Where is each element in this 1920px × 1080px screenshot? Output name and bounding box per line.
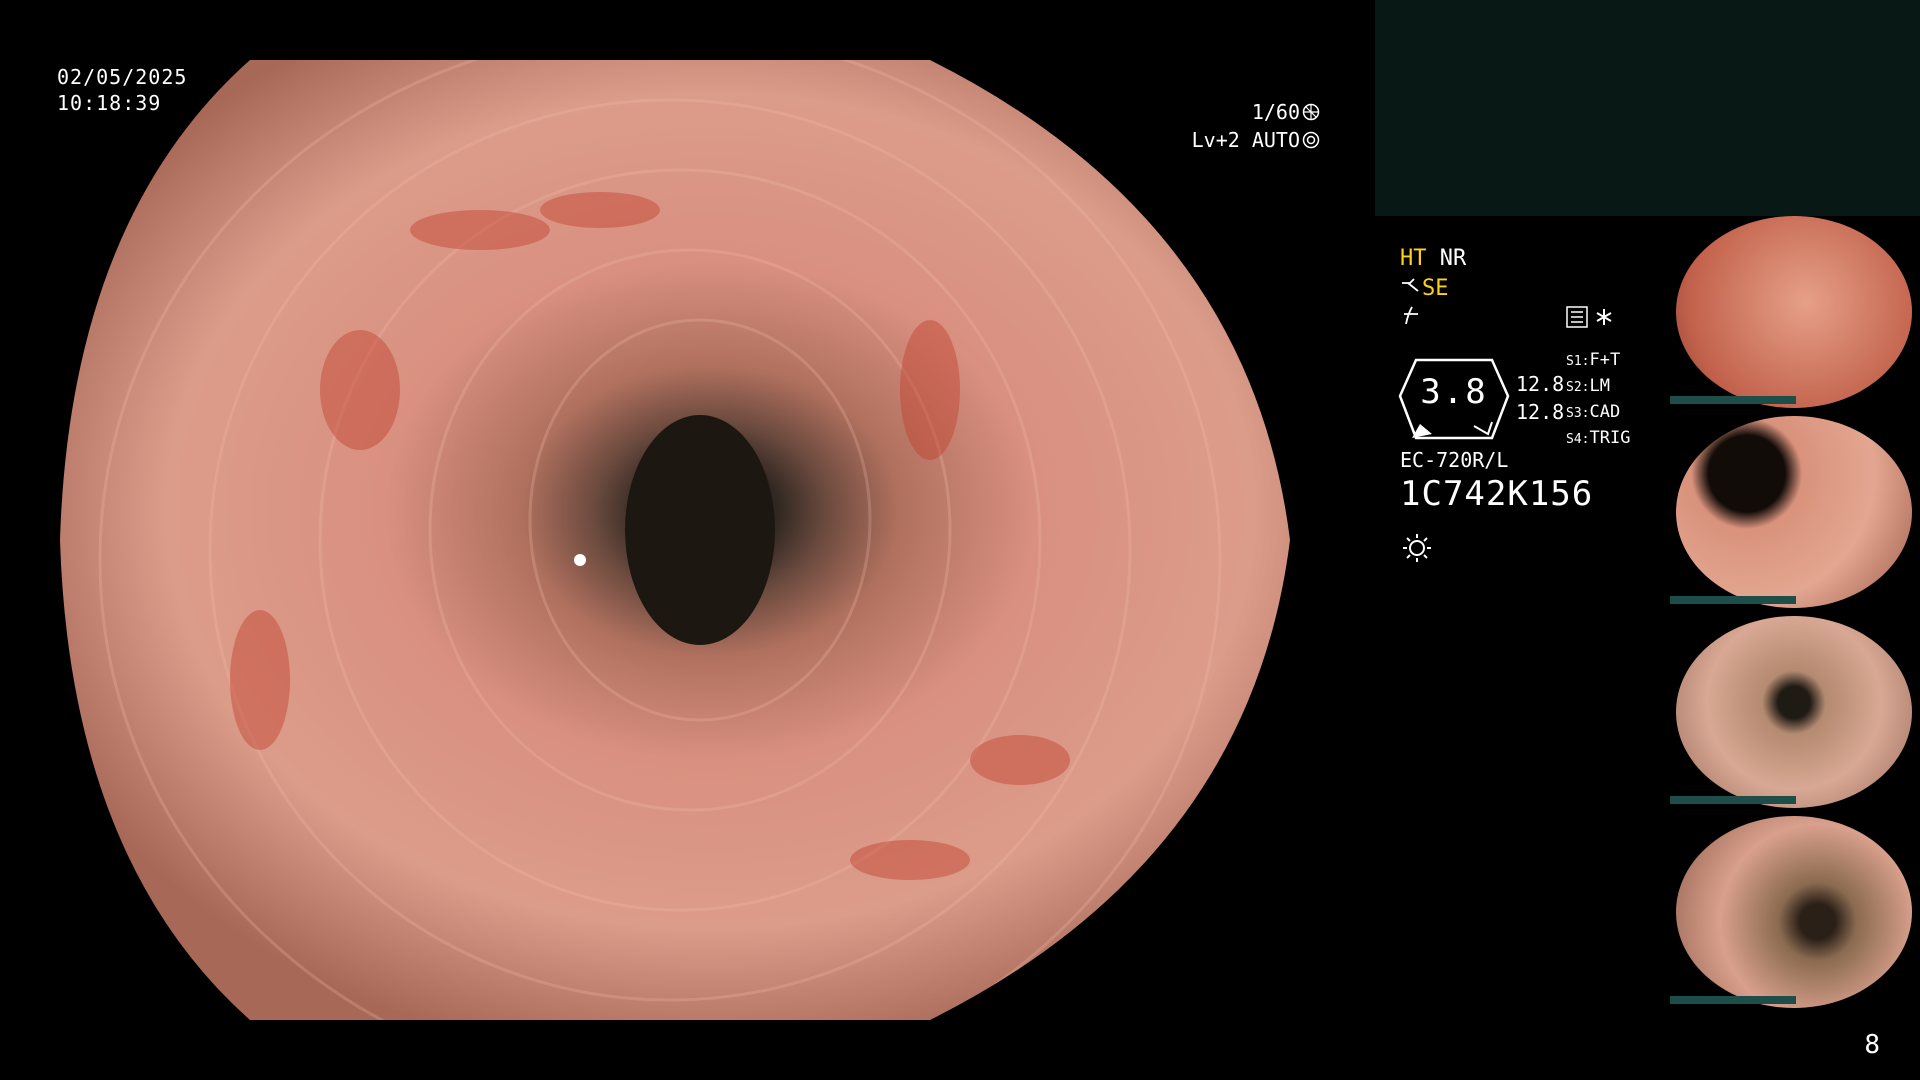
thumbnail-2[interactable] [1670,416,1920,608]
enhance-icon [1402,278,1419,292]
scope-switch-4: S4:TRIG [1566,428,1631,448]
status-block: HT NR SE [1400,244,1466,335]
scope-switch-1: S1:F+T [1566,350,1621,370]
time-label: 10:18:39 [57,91,162,115]
shutter-icon [1302,103,1320,121]
exposure-overlay: 1/60 Lv+2 AUTO [1192,98,1320,154]
endoscope-main-view [60,60,1290,1020]
record-status [1566,306,1626,336]
shutter-label: 1/60 [1251,100,1300,124]
gain-1: 12.8 [1516,372,1565,396]
gain-values: 12.8 12.8 [1516,370,1564,426]
nr-label: NR [1439,246,1467,271]
iris-icon [1302,131,1320,149]
ht-label: HT [1400,246,1427,271]
scope-switches: S1:F+T S2:LM S3:CAD S4:TRIG [1566,348,1630,452]
scope-switch-2: S2:LM [1566,376,1610,396]
thumbnail-3[interactable] [1670,616,1920,808]
info-panel [1375,0,1920,216]
asterisk-icon [1596,309,1612,325]
memory-icon [1566,306,1588,328]
brightness-gauge: 3.8 [1398,350,1510,442]
date-label: 02/05/2025 [57,65,188,89]
thumbnail-4[interactable] [1670,816,1920,1008]
light-source-icon [1403,534,1431,562]
scope-model: EC-720R/L [1400,448,1509,472]
scope-switch-3: S3:CAD [1566,402,1621,422]
thumbnail-1[interactable] [1670,216,1920,408]
datetime-overlay: 02/05/2025 10:18:39 [57,64,187,116]
exposure-label: Lv+2 AUTO [1191,128,1300,152]
gain-2: 12.8 [1516,400,1565,424]
page-number: 8 [1864,1030,1880,1060]
scope-serial: 1C742K156 [1400,474,1594,514]
freeze-icon [1404,306,1418,325]
se-label: SE [1422,276,1449,301]
gauge-value: 3.8 [1420,372,1488,412]
